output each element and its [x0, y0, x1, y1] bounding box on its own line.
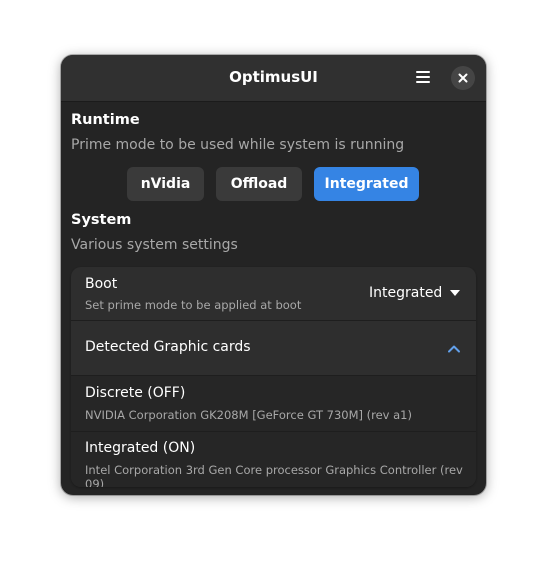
list-item-integrated-card: Integrated (ON) Intel Corporation 3rd Ge… — [71, 432, 476, 487]
runtime-section-title: Runtime — [71, 112, 140, 128]
boot-title: Boot — [85, 276, 118, 292]
runtime-section-subtitle: Prime mode to be used while system is ru… — [71, 137, 405, 153]
hamburger-menu-icon — [416, 71, 430, 73]
graphic-cards-list: Discrete (OFF) NVIDIA Corporation GK208M… — [71, 376, 476, 487]
header-bar: OptimusUI — [61, 55, 486, 102]
integrated-card-title: Integrated (ON) — [85, 440, 196, 456]
system-section-subtitle: Various system settings — [71, 237, 238, 253]
close-icon — [458, 73, 468, 83]
integrated-mode-button[interactable]: Integrated — [314, 167, 419, 201]
integrated-card-subtitle: Intel Corporation 3rd Gen Core processor… — [85, 463, 463, 487]
main-menu-button[interactable] — [411, 65, 435, 89]
offload-mode-button[interactable]: Offload — [216, 167, 302, 201]
list-item-discrete-card: Discrete (OFF) NVIDIA Corporation GK208M… — [71, 376, 476, 431]
discrete-card-title: Discrete (OFF) — [85, 385, 186, 401]
discrete-card-subtitle: NVIDIA Corporation GK208M [GeForce GT 73… — [85, 408, 412, 422]
pan-down-icon — [450, 290, 460, 296]
system-section-title: System — [71, 212, 132, 228]
boot-mode-dropdown[interactable]: Integrated — [361, 279, 467, 307]
nvidia-mode-button[interactable]: nVidia — [127, 167, 204, 201]
pan-up-icon — [448, 345, 460, 353]
app-window: OptimusUI Runtime Prime mode to be used … — [61, 55, 486, 495]
graphic-cards-expander[interactable]: Detected Graphic cards — [71, 321, 476, 375]
boot-mode-selected: Integrated — [369, 285, 443, 301]
graphic-cards-title: Detected Graphic cards — [85, 339, 251, 355]
boot-subtitle: Set prime mode to be applied at boot — [85, 298, 302, 312]
close-button[interactable] — [451, 66, 475, 90]
system-settings-list: Boot Set prime mode to be applied at boo… — [71, 267, 476, 487]
boot-row: Boot Set prime mode to be applied at boo… — [71, 267, 476, 320]
